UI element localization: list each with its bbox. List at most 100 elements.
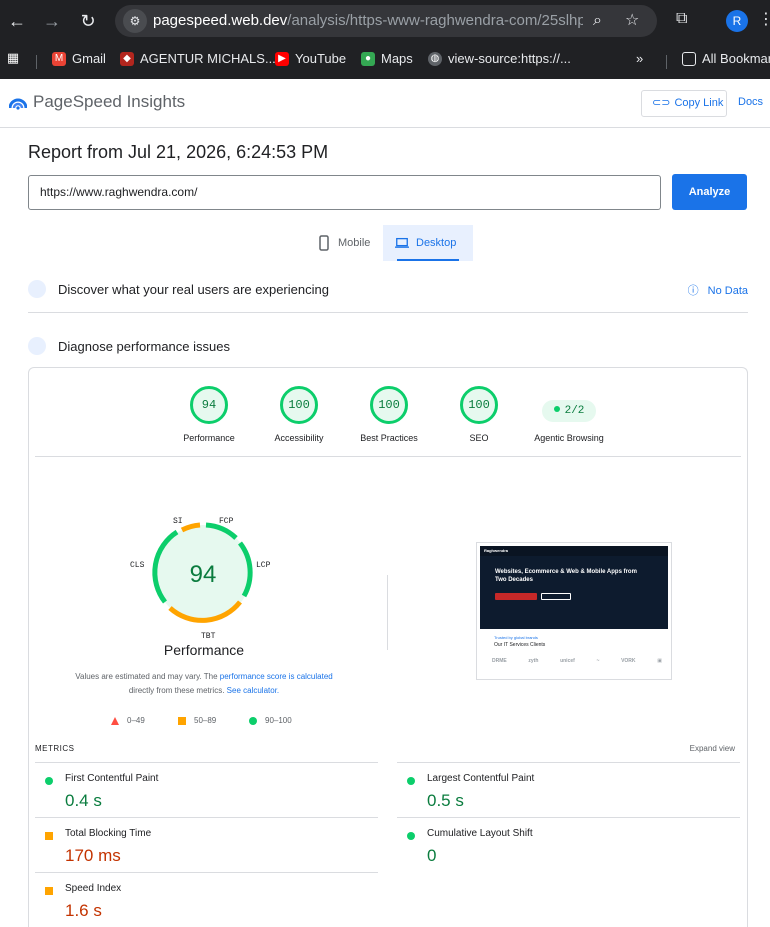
- info-icon: ⓘ: [687, 285, 699, 297]
- client-logo: ▣: [657, 658, 662, 664]
- reload-icon[interactable]: ↻: [76, 9, 100, 33]
- maps-icon: ●: [361, 51, 375, 66]
- average-square-icon: [178, 716, 186, 725]
- url-input[interactable]: https://www.raghwendra.com/: [28, 175, 661, 210]
- diagnose-icon: [28, 337, 46, 355]
- screenshot-clients: Our IT Services Clients: [494, 642, 546, 648]
- bookmark-label: All Bookmarks: [702, 51, 770, 66]
- gmail-icon: M: [52, 51, 66, 66]
- browser-toolbar: ← → ↻ ⚙ pagespeed.web.dev/analysis/https…: [0, 0, 770, 42]
- pass-circle-icon: [45, 777, 53, 785]
- active-tab-indicator: [397, 259, 459, 261]
- tab-desktop[interactable]: Desktop: [383, 225, 473, 261]
- screenshot-nav: Raghwendra: [480, 546, 668, 556]
- profile-avatar[interactable]: R: [726, 10, 748, 32]
- page-screenshot: Raghwendra Websites, Ecommerce & Web & M…: [476, 542, 672, 680]
- bookmark-gmail[interactable]: M Gmail: [52, 51, 106, 66]
- client-logo: unicef: [560, 658, 575, 664]
- tab-mobile[interactable]: Mobile: [305, 225, 383, 261]
- copy-link-button[interactable]: ⊂⊃ Copy Link: [641, 90, 727, 117]
- bookmark-maps[interactable]: ● Maps: [361, 51, 413, 66]
- segment-cls: CLS: [130, 561, 145, 570]
- pass-circle-icon: [249, 716, 257, 725]
- docs-link[interactable]: Docs: [738, 96, 763, 108]
- screenshot-cta: [495, 593, 537, 600]
- bookmark-star-icon[interactable]: ☆: [625, 11, 639, 31]
- app-title[interactable]: PageSpeed Insights: [33, 92, 185, 112]
- phone-icon: [319, 235, 329, 251]
- segment-si: SI: [173, 517, 183, 526]
- vertical-divider: [387, 575, 388, 650]
- legend-fail: 0–49: [111, 716, 145, 725]
- browser-chrome: ← → ↻ ⚙ pagespeed.web.dev/analysis/https…: [0, 0, 770, 79]
- segment-fcp: FCP: [219, 517, 234, 526]
- score-agentic-browsing[interactable]: 2/2 Agentic Browsing: [524, 386, 614, 443]
- real-users-heading: Discover what your real users are experi…: [58, 282, 329, 297]
- back-icon[interactable]: ←: [5, 9, 29, 33]
- screenshot-headline: Websites, Ecommerce & Web & Mobile Apps …: [495, 569, 637, 583]
- report-title: Report from Jul 21, 2026, 6:24:53 PM: [28, 142, 329, 162]
- bookmark-label: Maps: [381, 51, 413, 66]
- score-label: Accessibility: [274, 433, 324, 443]
- segment-lcp: LCP: [256, 561, 271, 570]
- bookmark-label: YouTube: [295, 51, 347, 66]
- score-accessibility[interactable]: 100 Accessibility: [254, 386, 344, 443]
- note-text: Values are estimated and may vary. The: [75, 672, 220, 681]
- site-settings-icon[interactable]: ⚙: [123, 9, 147, 33]
- bookmarks-bar: ▦ M Gmail ◆ AGENTUR MICHALS... ▶ YouTube ● M…: [0, 42, 770, 79]
- apps-icon[interactable]: ▦: [6, 51, 20, 65]
- bookmarks-divider: [36, 55, 37, 69]
- section-divider: [28, 312, 748, 313]
- pagespeed-logo-icon: [9, 98, 27, 110]
- legend-pass: 90–100: [249, 716, 292, 725]
- address-url[interactable]: pagespeed.web.dev/analysis/https-www-rag…: [153, 12, 583, 29]
- tab-label: Desktop: [416, 237, 457, 249]
- screenshot-hero: Raghwendra Websites, Ecommerce & Web & M…: [480, 546, 668, 629]
- score-value: 100: [370, 386, 408, 424]
- see-calculator-link[interactable]: See calculator.: [227, 686, 279, 695]
- score-label: Performance: [183, 433, 235, 443]
- screenshot-logos: DRME zyth unicef ~ VORK ▣: [492, 653, 662, 669]
- forward-icon[interactable]: →: [40, 9, 64, 33]
- metric-lcp: Largest Contentful Paint 0.5 s: [397, 762, 740, 817]
- bookmark-view-source[interactable]: ◍ view-source:https://...: [428, 51, 571, 66]
- more-bookmarks-icon[interactable]: »: [636, 51, 643, 66]
- average-square-icon: [45, 887, 53, 895]
- report-card: 94 Performance 100 Accessibility 100 Best P…: [28, 367, 748, 927]
- client-logo: ~: [596, 658, 600, 664]
- bookmark-label: AGENTUR MICHALS...: [140, 51, 276, 66]
- metric-name: First Contentful Paint: [65, 773, 159, 784]
- score-seo[interactable]: 100 SEO: [434, 386, 524, 443]
- score-calculated-link[interactable]: performance score is calculated: [220, 672, 333, 681]
- analyze-button[interactable]: Analyze: [672, 174, 747, 210]
- address-bar[interactable]: ⚙ pagespeed.web.dev/analysis/https-www-r…: [115, 5, 657, 37]
- menu-icon[interactable]: ⋮: [758, 9, 770, 29]
- score-best-practices[interactable]: 100 Best Practices: [344, 386, 434, 443]
- metric-value: 0.4 s: [65, 791, 102, 810]
- laravel-icon: ◆: [120, 51, 134, 66]
- metric-tbt: Total Blocking Time 170 ms: [35, 817, 378, 872]
- pass-dot: [553, 406, 560, 412]
- bookmark-youtube[interactable]: ▶ YouTube: [275, 51, 346, 66]
- client-logo: DRME: [492, 658, 507, 664]
- zoom-icon[interactable]: ⌕: [593, 11, 602, 31]
- legend-average: 50–89: [178, 716, 216, 725]
- globe-icon: ◍: [428, 51, 442, 66]
- bookmarks-divider: [666, 55, 667, 69]
- expand-view-button[interactable]: Expand view: [690, 744, 735, 753]
- all-bookmarks[interactable]: All Bookmarks: [682, 51, 770, 66]
- extensions-icon[interactable]: ⧉: [676, 10, 687, 28]
- folder-icon: [682, 51, 696, 66]
- performance-score: 94: [190, 561, 217, 588]
- performance-note: Values are estimated and may vary. The p…: [49, 670, 359, 698]
- performance-title: Performance: [163, 642, 245, 658]
- metric-name: Total Blocking Time: [65, 828, 152, 839]
- score-performance[interactable]: 94 Performance: [164, 386, 254, 443]
- diagnose-heading: Diagnose performance issues: [58, 339, 230, 354]
- screenshot-brand: Raghwendra: [484, 548, 509, 553]
- bookmark-agentur[interactable]: ◆ AGENTUR MICHALS...: [120, 51, 276, 66]
- bookmark-label: Gmail: [72, 51, 106, 66]
- copy-link-label: Copy Link: [674, 97, 724, 109]
- pass-circle-icon: [407, 777, 415, 785]
- no-data-label[interactable]: ⓘ No Data: [688, 282, 748, 298]
